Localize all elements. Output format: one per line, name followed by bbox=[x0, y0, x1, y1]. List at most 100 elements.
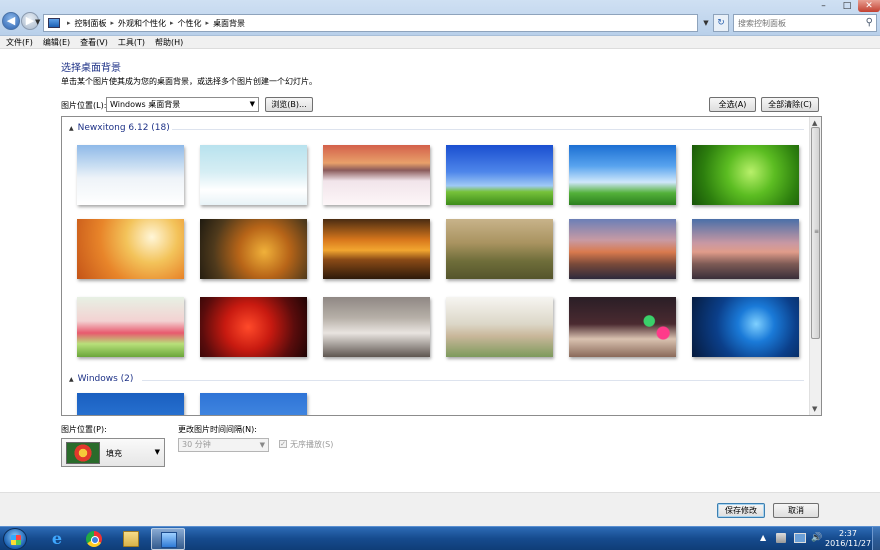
page-title: 选择桌面背景 bbox=[61, 63, 121, 74]
folder-icon bbox=[123, 531, 139, 547]
scroll-up-icon[interactable]: ▲ bbox=[812, 119, 817, 127]
wallpaper-thumb-red-maple[interactable] bbox=[200, 297, 307, 357]
taskbar-ie[interactable]: e bbox=[40, 528, 74, 550]
interval-value: 30 分钟 bbox=[182, 440, 211, 449]
fill-preview-icon bbox=[66, 442, 100, 464]
menu-tools[interactable]: 工具(T) bbox=[118, 36, 145, 48]
crumb-appearance[interactable]: 外观和个性化 bbox=[118, 18, 166, 29]
taskbar-explorer[interactable] bbox=[114, 528, 148, 550]
browse-button[interactable]: 浏览(B)... bbox=[265, 97, 313, 112]
chevron-down-icon[interactable]: ▼ bbox=[260, 439, 265, 451]
taskbar-control-panel[interactable] bbox=[151, 528, 185, 550]
group-header-newxitong[interactable]: ▲ Newxitong 6.12 (18) bbox=[69, 123, 170, 133]
chevron-right-icon[interactable]: ▸ bbox=[206, 19, 210, 27]
wallpaper-thumb-mountain-peak-sunrise[interactable] bbox=[569, 219, 676, 279]
wallpaper-thumb-autumn-leaves-bokeh[interactable] bbox=[77, 219, 184, 279]
wallpaper-thumb-clouds-meadow[interactable] bbox=[569, 145, 676, 205]
internet-explorer-icon: e bbox=[51, 529, 63, 548]
group-divider bbox=[172, 129, 804, 130]
collapse-icon[interactable]: ▲ bbox=[69, 376, 74, 383]
picture-location-select[interactable]: Windows 桌面背景 ▼ bbox=[106, 97, 259, 112]
wallpaper-thumb-windows-10-logo[interactable] bbox=[692, 297, 799, 357]
wallpaper-thumb-girl-portrait-1[interactable] bbox=[323, 297, 430, 357]
menu-file[interactable]: 文件(F) bbox=[6, 36, 33, 48]
wallpaper-thumb-blue-sky-green-field[interactable] bbox=[446, 145, 553, 205]
wallpaper-thumb-snowy-road[interactable] bbox=[77, 145, 184, 205]
group-header-windows[interactable]: ▲ Windows (2) bbox=[69, 374, 133, 384]
picture-location-label: 图片位置(L): bbox=[61, 101, 107, 110]
wallpaper-thumb-snow-trees[interactable] bbox=[200, 145, 307, 205]
back-button[interactable]: ◀ bbox=[2, 12, 20, 30]
show-desktop-button[interactable] bbox=[872, 527, 880, 550]
cancel-button[interactable]: 取消 bbox=[773, 503, 819, 518]
menu-bar: 文件(F) 编辑(E) 查看(V) 工具(T) 帮助(H) bbox=[0, 36, 880, 49]
grip-icon: ≡ bbox=[814, 228, 820, 235]
search-icon[interactable]: ⚲ bbox=[866, 17, 873, 28]
picture-position-select[interactable]: 填充 ▼ bbox=[61, 438, 165, 467]
minimize-button[interactable]: – bbox=[811, 0, 836, 12]
chevron-down-icon[interactable]: ▼ bbox=[155, 448, 160, 456]
shuffle-checkbox[interactable]: ✓ bbox=[279, 440, 287, 448]
search-box[interactable]: ⚲ bbox=[733, 14, 877, 32]
wallpaper-thumb-misty-forest[interactable] bbox=[446, 219, 553, 279]
scroll-down-icon[interactable]: ▼ bbox=[812, 405, 817, 413]
close-button[interactable]: ✕ bbox=[858, 0, 880, 12]
wallpaper-thumb-mountains-dusk[interactable] bbox=[692, 219, 799, 279]
interval-label: 更改图片时间间隔(N): bbox=[178, 425, 257, 434]
wallpaper-gallery[interactable]: ▲ Newxitong 6.12 (18) ▲ Windows (2) ▲ ≡ ▼ bbox=[61, 116, 822, 416]
control-panel-icon bbox=[161, 532, 177, 548]
clock[interactable]: 2:37 2016/11/27 bbox=[825, 529, 871, 549]
group-divider bbox=[142, 380, 804, 381]
history-dropdown-icon[interactable]: ▼ bbox=[35, 18, 40, 26]
wallpaper-thumb-snow-cabin-sunset[interactable] bbox=[323, 145, 430, 205]
picture-location-value: Windows 桌面背景 bbox=[110, 100, 181, 109]
taskbar-chrome[interactable] bbox=[77, 528, 111, 550]
search-input[interactable] bbox=[734, 15, 860, 31]
chrome-icon bbox=[86, 531, 102, 547]
refresh-button[interactable]: ↻ bbox=[713, 14, 729, 32]
crumb-control-panel[interactable]: 控制面板 bbox=[75, 18, 107, 29]
wallpaper-thumb-green-leaves[interactable] bbox=[692, 145, 799, 205]
dialog-footer: 保存修改 取消 bbox=[0, 492, 880, 526]
volume-icon[interactable]: 🔊 bbox=[811, 533, 822, 543]
page-subtitle: 单击某个图片使其成为您的桌面背景，或选择多个图片创建一个幻灯片。 bbox=[61, 77, 317, 86]
shuffle-label[interactable]: 无序播放(S) bbox=[290, 439, 333, 450]
scroll-thumb[interactable]: ≡ bbox=[811, 127, 820, 339]
menu-help[interactable]: 帮助(H) bbox=[155, 36, 183, 48]
start-button[interactable] bbox=[3, 528, 27, 550]
chevron-right-icon[interactable]: ▸ bbox=[170, 19, 174, 27]
wallpaper-thumb-tulips[interactable] bbox=[77, 297, 184, 357]
wallpaper-thumb-daisy-flower[interactable] bbox=[200, 393, 307, 415]
collapse-icon[interactable]: ▲ bbox=[69, 125, 74, 132]
clock-date: 2016/11/27 bbox=[825, 539, 872, 548]
address-dropdown-icon[interactable]: ▼ bbox=[700, 14, 712, 32]
select-all-button[interactable]: 全选(A) bbox=[709, 97, 756, 112]
crumb-desktop-background[interactable]: 桌面背景 bbox=[213, 18, 245, 29]
menu-edit[interactable]: 编辑(E) bbox=[43, 36, 70, 48]
wallpaper-thumb-autumn-lake-sunset[interactable] bbox=[323, 219, 430, 279]
taskbar: e ▲ 🔊 2:37 2016/11/27 bbox=[0, 526, 880, 550]
network-icon[interactable] bbox=[794, 533, 806, 543]
chevron-right-icon[interactable]: ▸ bbox=[111, 19, 115, 27]
save-changes-button[interactable]: 保存修改 bbox=[717, 503, 765, 518]
show-hidden-icons-icon[interactable]: ▲ bbox=[760, 533, 766, 542]
breadcrumb[interactable]: ▸ 控制面板 ▸ 外观和个性化 ▸ 个性化 ▸ 桌面背景 bbox=[43, 14, 698, 32]
interval-select[interactable]: 30 分钟 ▼ bbox=[178, 438, 269, 452]
vertical-scrollbar[interactable]: ▲ ≡ ▼ bbox=[809, 117, 821, 415]
group-title[interactable]: Newxitong 6.12 (18) bbox=[78, 123, 170, 133]
chevron-down-icon[interactable]: ▼ bbox=[250, 98, 255, 111]
clear-all-button[interactable]: 全部清除(C) bbox=[761, 97, 819, 112]
menu-view[interactable]: 查看(V) bbox=[80, 36, 108, 48]
group-title[interactable]: Windows (2) bbox=[78, 374, 134, 384]
chevron-right-icon[interactable]: ▸ bbox=[67, 19, 71, 27]
clock-time: 2:37 bbox=[839, 529, 857, 538]
wallpaper-thumb-girl-portrait-2[interactable] bbox=[446, 297, 553, 357]
picture-position-label: 图片位置(P): bbox=[61, 425, 107, 434]
maximize-button[interactable]: □ bbox=[836, 0, 858, 12]
wallpaper-thumb-coffee-cup-lights[interactable] bbox=[569, 297, 676, 357]
crumb-personalization[interactable]: 个性化 bbox=[178, 18, 202, 29]
wallpaper-thumb-windows-blue[interactable] bbox=[77, 393, 184, 415]
wallpaper-thumb-autumn-leaf-closeup[interactable] bbox=[200, 219, 307, 279]
action-center-icon[interactable] bbox=[776, 533, 786, 543]
control-panel-icon bbox=[48, 18, 60, 28]
